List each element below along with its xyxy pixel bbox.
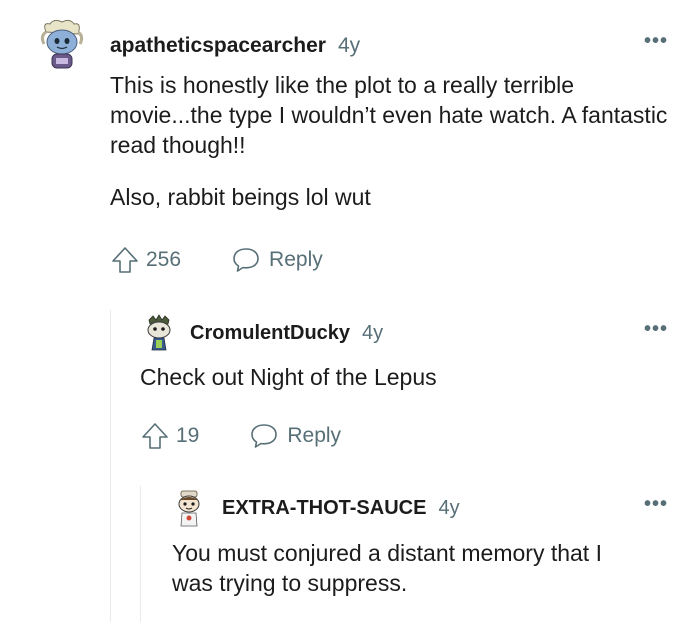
- more-options-icon[interactable]: •••: [644, 30, 668, 53]
- user-avatar[interactable]: [142, 314, 176, 352]
- comment-actions: 256 Reply: [110, 245, 323, 275]
- comment-body: This is honestly like the plot to a real…: [110, 70, 680, 212]
- upvote-button[interactable]: 256: [110, 245, 181, 275]
- timestamp[interactable]: 4y: [362, 322, 383, 345]
- timestamp[interactable]: 4y: [338, 34, 360, 58]
- upvote-button[interactable]: 19: [140, 421, 199, 451]
- vote-count: 256: [146, 248, 182, 271]
- more-options-icon[interactable]: •••: [644, 318, 668, 341]
- comment-paragraph: Check out Night of the Lepus: [140, 364, 437, 390]
- comment-paragraph: Also, rabbit beings lol wut: [110, 184, 371, 210]
- username[interactable]: EXTRA-THOT-SAUCE: [222, 497, 426, 520]
- upvote-arrow-icon: [112, 247, 138, 273]
- comment-actions: 19 Reply: [140, 421, 341, 451]
- comment-header: CromulentDucky 4y: [190, 322, 383, 345]
- reply-label: Reply: [269, 248, 323, 271]
- thread-line[interactable]: [110, 310, 111, 622]
- snoo-avatar-icon: [147, 314, 171, 351]
- thread-line[interactable]: [140, 486, 141, 622]
- comment-header: apatheticspacearcher 4y: [110, 34, 360, 58]
- vote-count: 19: [176, 424, 200, 447]
- user-avatar[interactable]: [172, 488, 206, 528]
- user-avatar[interactable]: [32, 14, 92, 74]
- upvote-arrow-icon: [142, 423, 168, 449]
- comment-paragraph: You must conjured a distant memory that …: [172, 540, 602, 596]
- reply-button[interactable]: Reply: [249, 422, 341, 450]
- timestamp[interactable]: 4y: [438, 497, 459, 520]
- comment-body: You must conjured a distant memory that …: [172, 538, 642, 598]
- comment-header: EXTRA-THOT-SAUCE 4y: [222, 497, 460, 520]
- reply-label: Reply: [287, 424, 342, 447]
- snoo-avatar-icon: [32, 14, 92, 74]
- snoo-avatar-icon: [178, 490, 200, 527]
- username[interactable]: CromulentDucky: [190, 322, 350, 345]
- comment-paragraph: This is honestly like the plot to a real…: [110, 72, 668, 158]
- speech-bubble-icon: [233, 248, 259, 272]
- speech-bubble-icon: [251, 424, 278, 448]
- username[interactable]: apatheticspacearcher: [110, 34, 326, 58]
- reply-button[interactable]: Reply: [231, 246, 323, 274]
- comment-body: Check out Night of the Lepus: [140, 362, 660, 392]
- more-options-icon[interactable]: •••: [644, 493, 668, 516]
